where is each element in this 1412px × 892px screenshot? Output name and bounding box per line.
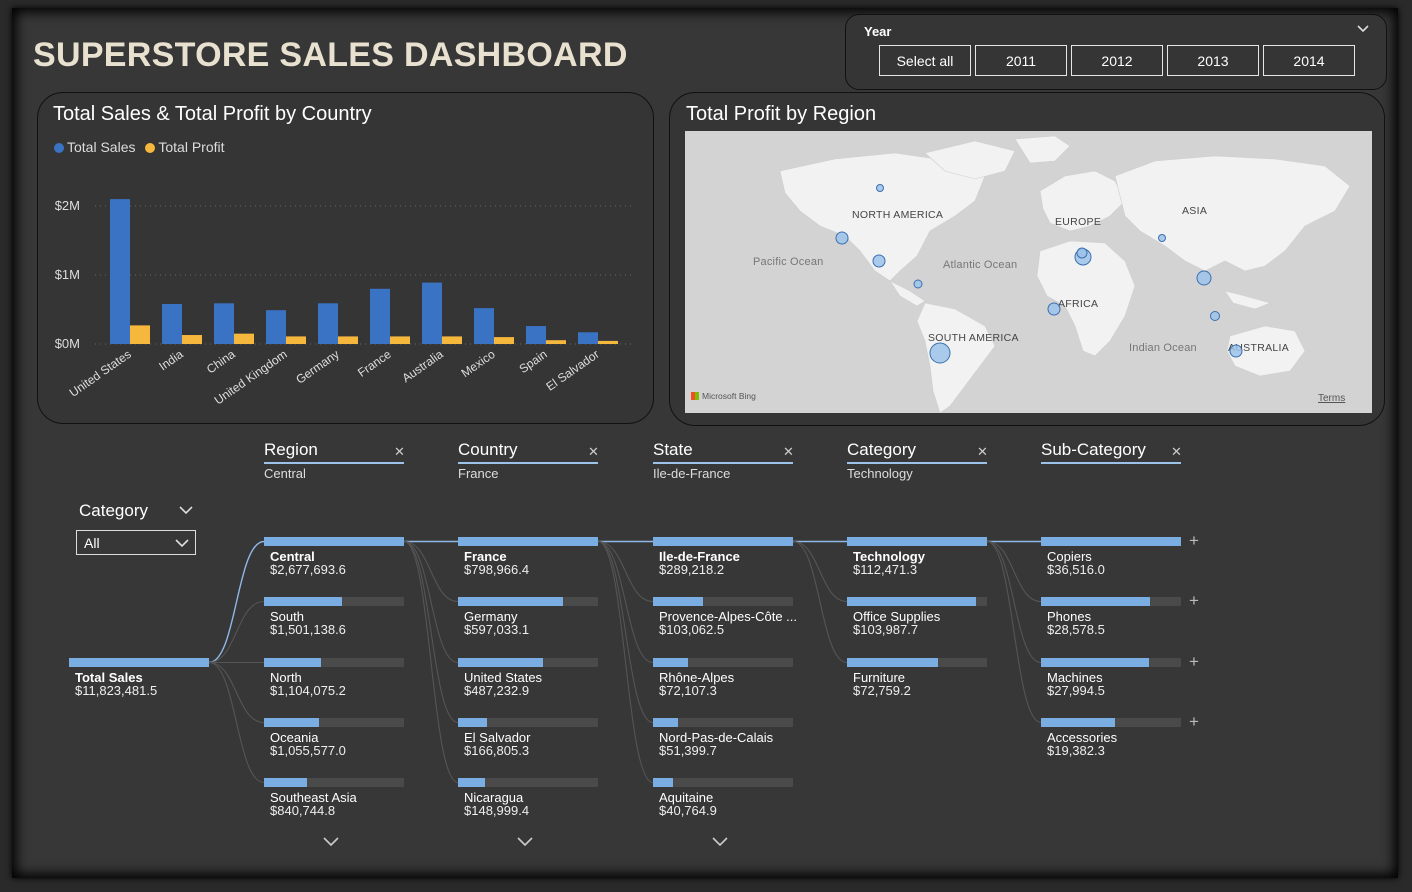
level-selected-value: Central xyxy=(264,466,306,481)
close-icon[interactable]: ✕ xyxy=(394,444,405,460)
node-value: $19,382.3 xyxy=(1047,743,1105,758)
node-value: $40,764.9 xyxy=(659,803,717,818)
node-value: $27,994.5 xyxy=(1047,683,1105,698)
node-value: $2,677,693.6 xyxy=(270,562,346,577)
node-value: $840,744.8 xyxy=(270,803,336,818)
scroll-down-chevron-icon[interactable] xyxy=(517,837,533,847)
node-value: $36,516.0 xyxy=(1047,562,1105,577)
level-header: Sub-Category xyxy=(1041,440,1181,464)
node-value: $166,805.3 xyxy=(464,743,530,758)
level-selected-value: Technology xyxy=(847,466,913,481)
level-header: Region xyxy=(264,440,404,464)
scroll-down-chevron-icon[interactable] xyxy=(712,837,728,847)
expand-plus-icon[interactable]: + xyxy=(1189,591,1199,611)
level-selected-value: France xyxy=(458,466,499,481)
close-icon[interactable]: ✕ xyxy=(783,444,794,460)
node-value: $112,471.3 xyxy=(853,562,918,577)
close-icon[interactable]: ✕ xyxy=(588,444,599,460)
node-value: $28,578.5 xyxy=(1047,622,1105,637)
scroll-down-chevron-icon[interactable] xyxy=(323,837,339,847)
node-value: $597,033.1 xyxy=(464,622,530,637)
node-value: $72,759.2 xyxy=(853,683,911,698)
node-value: $1,104,075.2 xyxy=(270,683,346,698)
node-value: $103,062.5 xyxy=(659,622,725,637)
level-header: State xyxy=(653,440,793,464)
node-value: $289,218.2 xyxy=(659,562,725,577)
node-value: $487,232.9 xyxy=(464,683,530,698)
level-selected-value: Ile-de-France xyxy=(653,466,731,481)
node-value: $51,399.7 xyxy=(659,743,717,758)
node-value: $11,823,481.5 xyxy=(75,683,158,698)
level-header: Country xyxy=(458,440,598,464)
node-value: $72,107.3 xyxy=(659,683,717,698)
expand-plus-icon[interactable]: + xyxy=(1189,712,1199,732)
close-icon[interactable]: ✕ xyxy=(977,444,988,460)
node-value: $1,501,138.6 xyxy=(270,622,346,637)
node-value: $103,987.7 xyxy=(853,622,919,637)
expand-plus-icon[interactable]: + xyxy=(1189,652,1199,672)
close-icon[interactable]: ✕ xyxy=(1171,444,1182,460)
node-value: $1,055,577.0 xyxy=(270,743,346,758)
node-value: $148,999.4 xyxy=(464,803,530,818)
node-value: $798,966.4 xyxy=(464,562,530,577)
expand-plus-icon[interactable]: + xyxy=(1189,531,1199,551)
level-header: Category xyxy=(847,440,987,464)
